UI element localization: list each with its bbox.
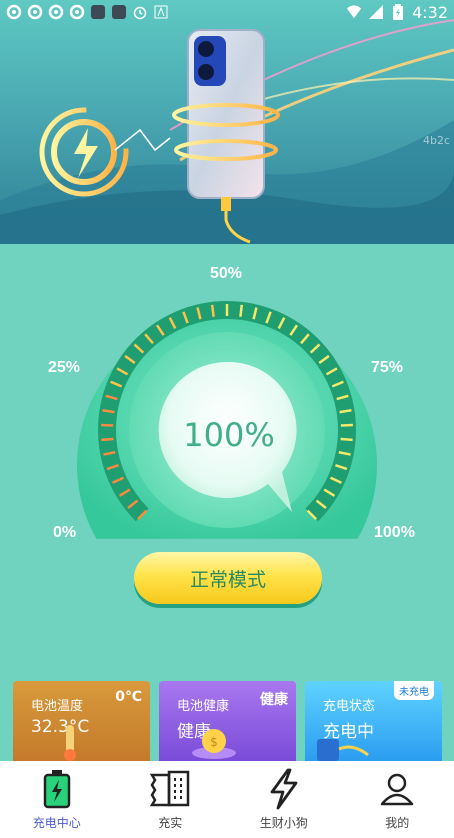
hero-banner: 4b2c: [0, 0, 454, 244]
battery-gauge: 100%: [76, 301, 377, 539]
status-time: 4:32: [412, 2, 448, 22]
card-tag: 健康: [260, 692, 288, 708]
alarm-icon: [132, 4, 148, 20]
gauge-tick: [239, 304, 244, 317]
gauge-tick: [210, 304, 215, 317]
tab-label: 充实: [158, 816, 183, 830]
app-square-icon: [111, 4, 127, 20]
status-bar: 4:32: [0, 0, 454, 24]
mode-button[interactable]: 正常模式: [134, 552, 322, 604]
tab-label: 我的: [385, 816, 410, 830]
app-notification-icon: [6, 4, 22, 20]
bottom-tab-bar: 充电中心 充实 生财小狗 我的: [0, 761, 454, 838]
card-tag: 未充电: [394, 681, 434, 700]
card-title: 充电状态: [323, 699, 376, 714]
app-notification-icon: [27, 4, 43, 20]
gauge-value-text: 100%: [183, 416, 274, 454]
feature-cards: 电池温度 32.3°C 0℃ 电池健康 健康 健康 $ 充电状态 充电中 未充电: [13, 681, 443, 761]
coin-icon: $: [192, 729, 236, 759]
keyboard-icon: [153, 4, 169, 20]
battery-temperature-card[interactable]: 电池温度 32.3°C 0℃: [13, 681, 150, 761]
card-tag: 0℃: [115, 689, 142, 705]
tab-label: 充电中心: [32, 816, 81, 830]
app-notification-icon: [48, 4, 64, 20]
gauge-tick: [340, 437, 353, 442]
gauge-tick: [101, 437, 114, 442]
hero-illustration: [0, 19, 454, 244]
gauge-label-0: 0%: [53, 524, 77, 541]
card-title: 电池温度: [31, 699, 84, 714]
tab-label: 生财小狗: [259, 816, 308, 830]
charge-status-card[interactable]: 充电状态 充电中 未充电: [305, 681, 442, 761]
tab-chongshi[interactable]: 充实: [114, 761, 228, 838]
svg-text:$: $: [210, 735, 218, 749]
tab-shengcai-xiaogou[interactable]: 生财小狗: [227, 761, 341, 838]
charger-icon: [317, 739, 369, 761]
lightning-icon: [262, 767, 306, 811]
thermometer-icon: [64, 725, 76, 761]
gauge-label-50: 50%: [210, 265, 243, 282]
mode-button-label: 正常模式: [189, 568, 266, 591]
gauge-label-75: 75%: [371, 359, 404, 376]
app-notification-icon: [69, 4, 85, 20]
book-icon: [148, 767, 192, 811]
gauge-label-100: 100%: [374, 524, 415, 541]
user-icon: [375, 767, 419, 811]
battery-gauge-area: 100% 50% 25% 75% 0% 100%: [0, 244, 454, 674]
battery-health-card[interactable]: 电池健康 健康 健康 $: [159, 681, 296, 761]
card-title: 电池健康: [177, 699, 230, 714]
signal-icon: [368, 4, 384, 20]
hero-watermark: 4b2c: [422, 134, 450, 147]
tab-mine[interactable]: 我的: [341, 761, 454, 838]
gauge-label-25: 25%: [48, 359, 81, 376]
tab-charging-center[interactable]: 充电中心: [0, 761, 114, 838]
wifi-icon: [346, 4, 362, 20]
battery-icon: [390, 4, 406, 20]
app-square-icon: [90, 4, 106, 20]
battery-charging-icon: [35, 767, 79, 811]
